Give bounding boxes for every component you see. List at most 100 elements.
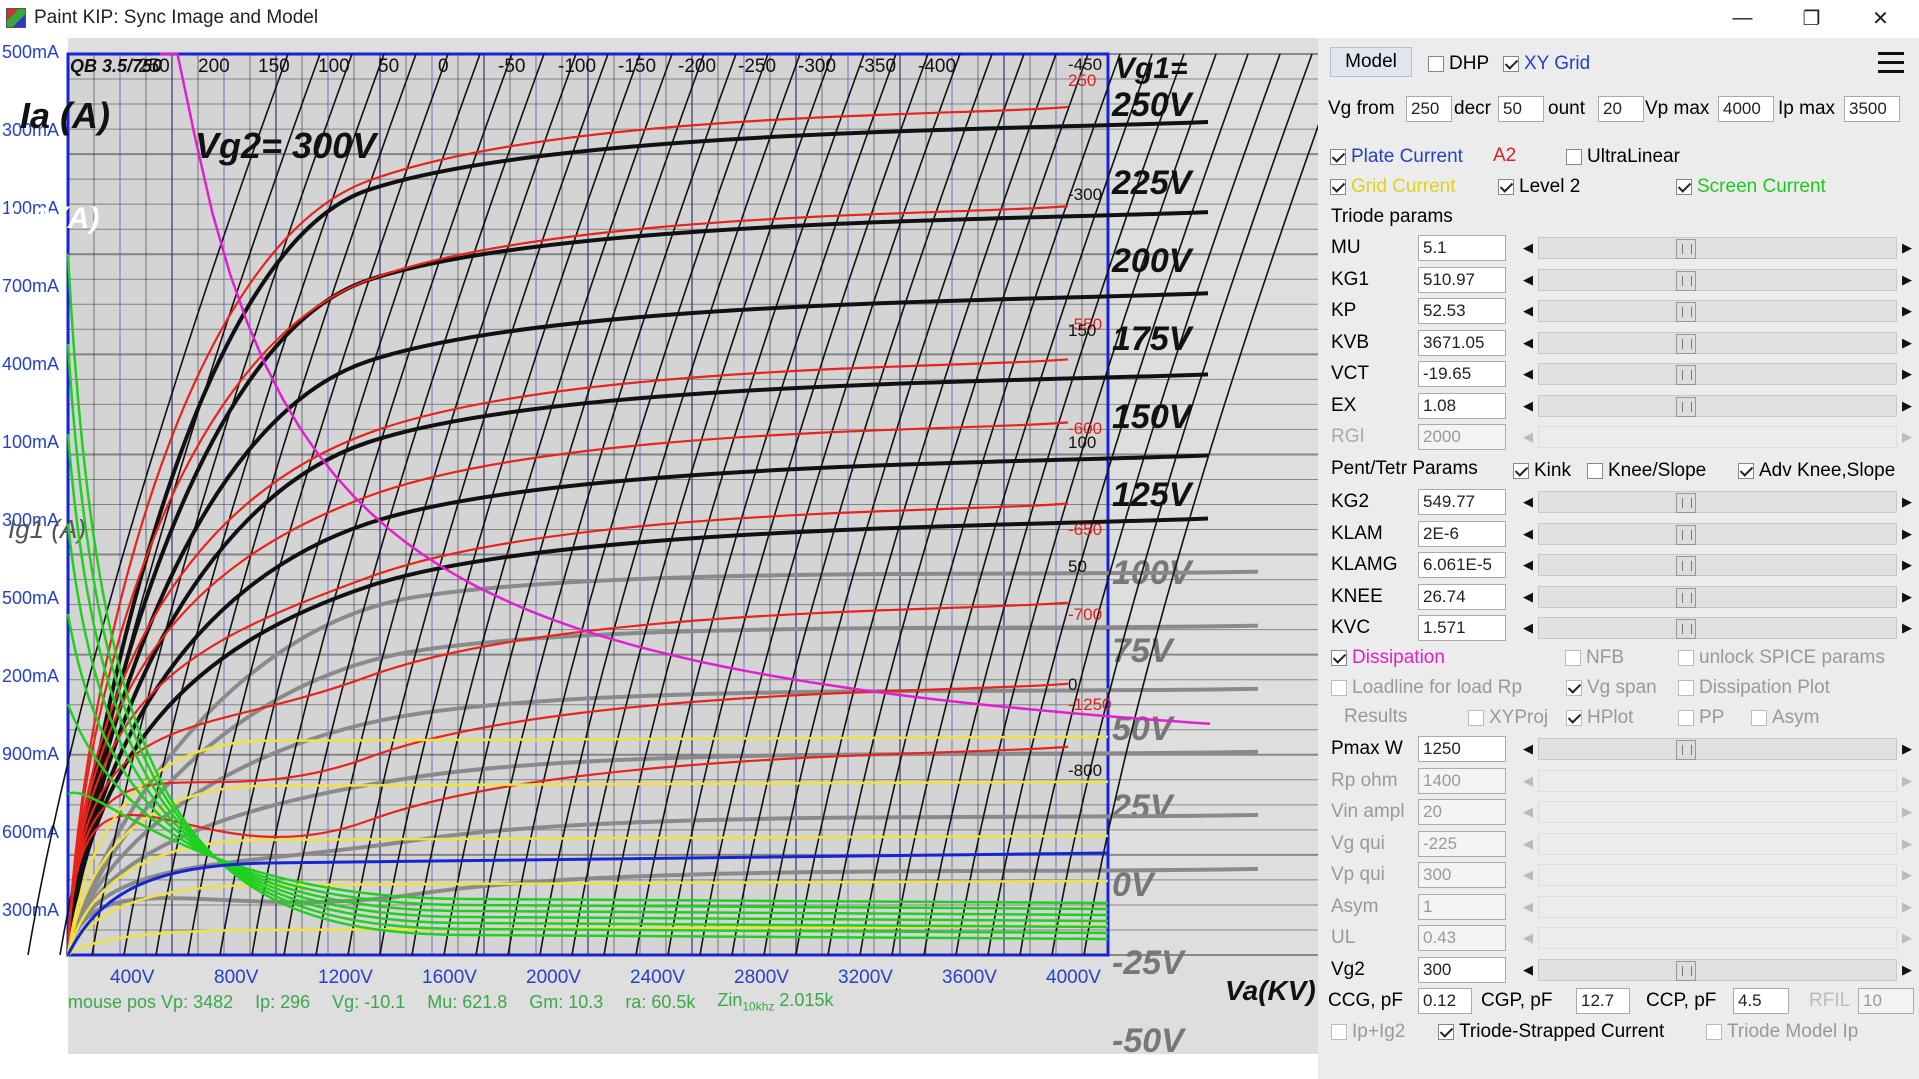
- knee-slope-checkbox[interactable]: Knee/Slope: [1587, 458, 1706, 484]
- ccp-input[interactable]: 4.5: [1733, 988, 1789, 1014]
- load-vg2-input[interactable]: 300: [1418, 956, 1506, 983]
- slider-thumb[interactable]: [1676, 302, 1697, 322]
- slider-left-arrow-icon[interactable]: ◀: [1518, 925, 1538, 951]
- param-knee-input[interactable]: 26.74: [1418, 583, 1506, 610]
- param-ex-input[interactable]: 1.08: [1418, 392, 1506, 419]
- hamburger-menu-icon[interactable]: [1878, 52, 1904, 74]
- load-pmax-w-input[interactable]: 1250: [1418, 736, 1506, 762]
- grid-current-checkbox-box[interactable]: [1330, 179, 1346, 195]
- level2-checkbox[interactable]: Level 2: [1498, 174, 1580, 200]
- close-button[interactable]: ✕: [1846, 0, 1915, 36]
- dhp-checkbox[interactable]: DHP: [1428, 51, 1489, 77]
- slider-left-arrow-icon[interactable]: ◀: [1518, 767, 1538, 794]
- param-kvc-input[interactable]: 1.571: [1418, 615, 1506, 641]
- param-vct-input[interactable]: -19.65: [1418, 361, 1506, 387]
- plot-canvas[interactable]: 250 200 150 100 50 0 -50 -100 -150 -200 -250 -300 -3…: [0, 38, 1318, 1054]
- param-klamg-input[interactable]: 6.061E-5: [1418, 552, 1506, 578]
- hplot-checkbox[interactable]: HPlot: [1566, 705, 1633, 731]
- rfil-input[interactable]: 10: [1858, 988, 1914, 1014]
- load-vp-qui-input[interactable]: 300: [1418, 862, 1506, 888]
- xyproj-checkbox[interactable]: XYProj: [1468, 705, 1548, 731]
- slider-track[interactable]: [1538, 769, 1897, 792]
- slider-right-arrow-icon[interactable]: ▶: [1897, 361, 1917, 387]
- slider-thumb[interactable]: [1676, 333, 1697, 354]
- slider-right-arrow-icon[interactable]: ▶: [1897, 298, 1917, 324]
- load-rp-ohm-input[interactable]: 1400: [1418, 767, 1506, 794]
- slider-track[interactable]: [1538, 738, 1897, 760]
- asym-checkbox-box[interactable]: [1751, 710, 1767, 726]
- slider-right-arrow-icon[interactable]: ▶: [1897, 552, 1917, 578]
- dissipation-plot-checkbox[interactable]: Dissipation Plot: [1678, 675, 1830, 701]
- slider-track[interactable]: [1538, 268, 1897, 291]
- nfb-checkbox-box[interactable]: [1565, 650, 1581, 666]
- slider-right-arrow-icon[interactable]: ▶: [1897, 615, 1917, 641]
- restore-button[interactable]: ❐: [1777, 0, 1846, 36]
- minimize-button[interactable]: —: [1708, 0, 1777, 36]
- param-ex-slider[interactable]: ◀ ▶: [1518, 392, 1917, 419]
- slider-left-arrow-icon[interactable]: ◀: [1518, 489, 1538, 515]
- slider-right-arrow-icon[interactable]: ▶: [1897, 424, 1917, 450]
- slider-right-arrow-icon[interactable]: ▶: [1897, 489, 1917, 515]
- param-rgi-input[interactable]: 2000: [1418, 424, 1506, 450]
- param-kg2-input[interactable]: 549.77: [1418, 489, 1506, 515]
- param-kg1-input[interactable]: 510.97: [1418, 266, 1506, 293]
- load-asym-input[interactable]: 1: [1418, 893, 1506, 920]
- param-rgi-slider[interactable]: ◀ ▶: [1518, 424, 1917, 450]
- screen-current-checkbox[interactable]: Screen Current: [1676, 174, 1826, 200]
- load-vp-qui-slider[interactable]: ◀ ▶: [1518, 862, 1917, 888]
- load-ul-slider[interactable]: ◀ ▶: [1518, 925, 1917, 951]
- slider-track[interactable]: [1538, 832, 1897, 855]
- slider-right-arrow-icon[interactable]: ▶: [1897, 329, 1917, 356]
- slider-thumb[interactable]: [1676, 239, 1697, 259]
- slider-right-arrow-icon[interactable]: ▶: [1897, 266, 1917, 293]
- slider-left-arrow-icon[interactable]: ◀: [1518, 862, 1538, 888]
- param-kg2-slider[interactable]: ◀ ▶: [1518, 489, 1917, 515]
- slider-right-arrow-icon[interactable]: ▶: [1897, 956, 1917, 983]
- slider-left-arrow-icon[interactable]: ◀: [1518, 235, 1538, 261]
- slider-track[interactable]: [1538, 522, 1897, 545]
- slider-right-arrow-icon[interactable]: ▶: [1897, 235, 1917, 261]
- slider-left-arrow-icon[interactable]: ◀: [1518, 583, 1538, 610]
- slider-left-arrow-icon[interactable]: ◀: [1518, 361, 1538, 387]
- ultralinear-checkbox[interactable]: UltraLinear: [1566, 144, 1680, 170]
- slider-thumb[interactable]: [1676, 740, 1697, 760]
- slider-track[interactable]: [1538, 426, 1897, 448]
- load-vg-qui-input[interactable]: -225: [1418, 830, 1506, 857]
- slider-right-arrow-icon[interactable]: ▶: [1897, 893, 1917, 920]
- ip-ig2-checkbox-box[interactable]: [1331, 1024, 1347, 1040]
- slider-track[interactable]: [1538, 585, 1897, 608]
- model-button[interactable]: Model: [1330, 47, 1412, 77]
- level2-checkbox-box[interactable]: [1498, 179, 1514, 195]
- slider-track[interactable]: [1538, 958, 1897, 981]
- slider-left-arrow-icon[interactable]: ◀: [1518, 329, 1538, 356]
- screen-current-checkbox-box[interactable]: [1676, 179, 1692, 195]
- ip-max-input[interactable]: 3500: [1844, 96, 1900, 122]
- slider-left-arrow-icon[interactable]: ◀: [1518, 893, 1538, 920]
- param-kp-input[interactable]: 52.53: [1418, 298, 1506, 324]
- slider-track[interactable]: [1538, 895, 1897, 918]
- plate-current-checkbox[interactable]: Plate Current: [1330, 144, 1463, 170]
- pp-checkbox-box[interactable]: [1678, 710, 1694, 726]
- param-klam-input[interactable]: 2E-6: [1418, 520, 1506, 547]
- xy-grid-checkbox[interactable]: XY Grid: [1503, 51, 1590, 77]
- param-klam-slider[interactable]: ◀ ▶: [1518, 520, 1917, 547]
- plate-current-checkbox-box[interactable]: [1330, 149, 1346, 165]
- slider-thumb[interactable]: [1676, 493, 1697, 513]
- triode-model-ip-checkbox[interactable]: Triode Model Ip: [1706, 1019, 1858, 1045]
- load-rp-ohm-slider[interactable]: ◀ ▶: [1518, 767, 1917, 794]
- slider-track[interactable]: [1538, 491, 1897, 513]
- ccg-input[interactable]: 0.12: [1418, 988, 1472, 1014]
- slider-left-arrow-icon[interactable]: ◀: [1518, 552, 1538, 578]
- slider-track[interactable]: [1538, 617, 1897, 639]
- slider-right-arrow-icon[interactable]: ▶: [1897, 799, 1917, 825]
- slider-right-arrow-icon[interactable]: ▶: [1897, 520, 1917, 547]
- param-knee-slider[interactable]: ◀ ▶: [1518, 583, 1917, 610]
- dissipation-checkbox[interactable]: Dissipation: [1331, 645, 1445, 671]
- slider-track[interactable]: [1538, 394, 1897, 417]
- slider-track[interactable]: [1538, 237, 1897, 259]
- vg-span-checkbox[interactable]: Vg span: [1566, 675, 1657, 701]
- param-kvb-input[interactable]: 3671.05: [1418, 329, 1506, 356]
- dissipation-plot-checkbox-box[interactable]: [1678, 680, 1694, 696]
- slider-left-arrow-icon[interactable]: ◀: [1518, 520, 1538, 547]
- unlock-spice-checkbox[interactable]: unlock SPICE params: [1678, 645, 1885, 671]
